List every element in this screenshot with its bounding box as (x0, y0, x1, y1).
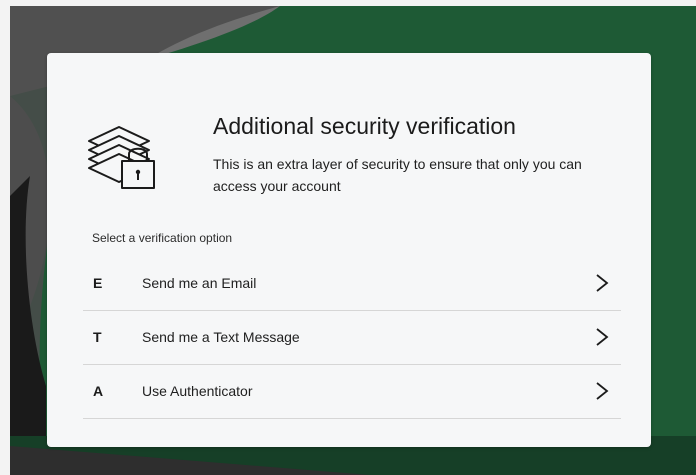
layers-lock-icon (88, 126, 155, 189)
option-authenticator[interactable]: A Use Authenticator (83, 365, 621, 419)
chevron-right-icon[interactable] (595, 327, 609, 347)
option-key: A (93, 383, 104, 399)
verification-card: Additional security verification This is… (47, 53, 651, 447)
screen: Additional security verification This is… (0, 0, 696, 475)
verification-options-list: E Send me an Email T Send me a Text Mess… (83, 257, 621, 419)
page-title: Additional security verification (213, 113, 516, 139)
option-text-message[interactable]: T Send me a Text Message (83, 311, 621, 365)
option-key: T (93, 329, 102, 345)
option-email[interactable]: E Send me an Email (83, 257, 621, 311)
section-label: Select a verification option (92, 231, 233, 245)
page-subtitle: This is an extra layer of security to en… (213, 156, 582, 194)
chevron-right-icon[interactable] (595, 381, 609, 401)
option-label: Use Authenticator (142, 383, 253, 399)
option-label: Send me a Text Message (142, 329, 300, 345)
chevron-right-icon[interactable] (595, 273, 609, 293)
option-label: Send me an Email (142, 275, 257, 291)
option-key: E (93, 275, 103, 291)
